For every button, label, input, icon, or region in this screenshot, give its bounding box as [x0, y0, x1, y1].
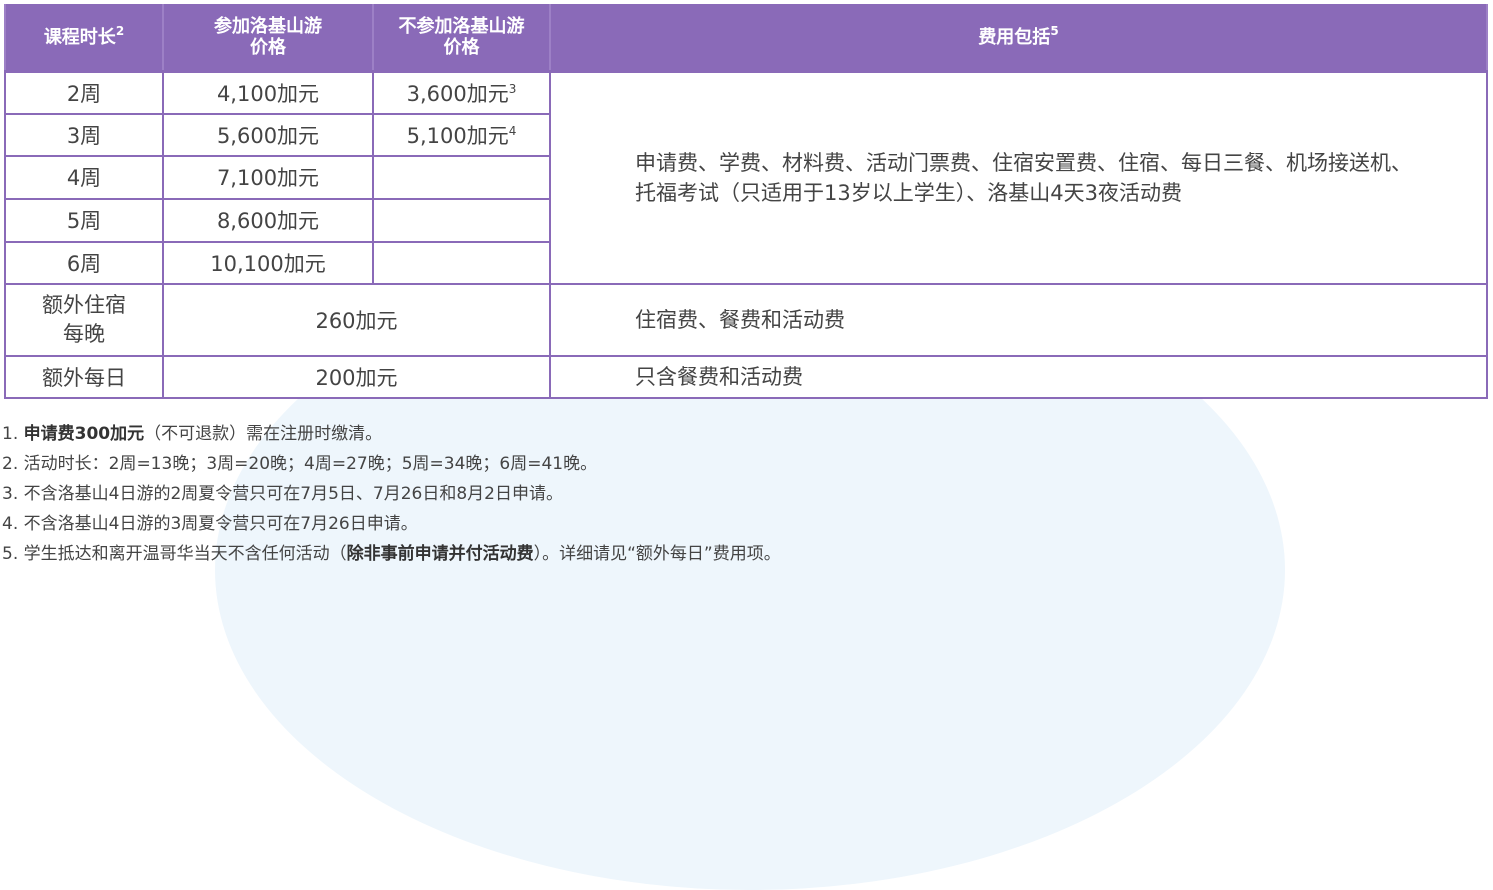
- footnote-2: 2. 活动时长：2周=13晚；3周=20晚；4周=27晚；5周=34晚；6周=4…: [2, 454, 598, 474]
- price-with-rockies: 5,600加元: [162, 112, 374, 157]
- price-with-rockies: 4,100加元: [162, 70, 374, 115]
- fee-table: 课程时长2 参加洛基山游 价格 不参加洛基山游 价格 费用包括5 2周 4,100加…: [4, 4, 1488, 399]
- footnote-3: 3. 不含洛基山4日游的2周夏令营只可在7月5日、7月26日和8月2日申请。: [2, 484, 563, 504]
- extra-day-includes: 只含餐费和活动费: [549, 354, 1488, 399]
- header-row: 课程时长2 参加洛基山游 价格 不参加洛基山游 价格 费用包括5: [4, 4, 1488, 73]
- header-without-rockies: 不参加洛基山游 价格: [372, 4, 551, 73]
- extra-night-row: 额外住宿 每晚 260加元 住宿费、餐费和活动费: [4, 282, 1488, 357]
- table-row: 2周 4,100加元 3,600加元3 申请费、学费、材料费、活动门票费、住宿安…: [4, 70, 1488, 285]
- price-without-rockies: [372, 197, 551, 243]
- price-without-rockies: 5,100加元4: [372, 112, 551, 157]
- extra-night-includes: 住宿费、餐费和活动费: [549, 282, 1488, 357]
- price-with-rockies: 7,100加元: [162, 154, 374, 200]
- extra-day-row: 额外每日 200加元 只含餐费和活动费: [4, 354, 1488, 399]
- footnote-5: 5. 学生抵达和离开温哥华当天不含任何活动（除非事前申请并付活动费）。详细请见“…: [2, 544, 781, 564]
- extra-night-price: 260加元: [162, 282, 551, 357]
- header-includes: 费用包括5: [549, 4, 1488, 73]
- duration-cell: 4周: [4, 154, 164, 200]
- price-with-rockies: 10,100加元: [162, 240, 374, 285]
- footnote-4: 4. 不含洛基山4日游的3周夏令营只可在7月26日申请。: [2, 514, 418, 534]
- includes-main: 申请费、学费、材料费、活动门票费、住宿安置费、住宿、每日三餐、机场接送机、托福考…: [549, 70, 1488, 285]
- price-with-rockies: 8,600加元: [162, 197, 374, 243]
- price-without-rockies: 3,600加元3: [372, 70, 551, 115]
- header-with-rockies: 参加洛基山游 价格: [162, 4, 374, 73]
- price-without-rockies: [372, 154, 551, 200]
- duration-cell: 6周: [4, 240, 164, 285]
- header-duration: 课程时长2: [4, 4, 164, 73]
- price-without-rockies: [372, 240, 551, 285]
- duration-cell: 2周: [4, 70, 164, 115]
- footnote-1: 1. 申请费300加元（不可退款）需在注册时缴清。: [2, 424, 383, 444]
- duration-cell: 3周: [4, 112, 164, 157]
- extra-day-price: 200加元: [162, 354, 551, 399]
- footnotes: 1. 申请费300加元（不可退款）需在注册时缴清。 2. 活动时长：2周=13晚…: [2, 419, 781, 569]
- extra-day-label: 额外每日: [4, 354, 164, 399]
- extra-night-label: 额外住宿 每晚: [4, 282, 164, 357]
- duration-cell: 5周: [4, 197, 164, 243]
